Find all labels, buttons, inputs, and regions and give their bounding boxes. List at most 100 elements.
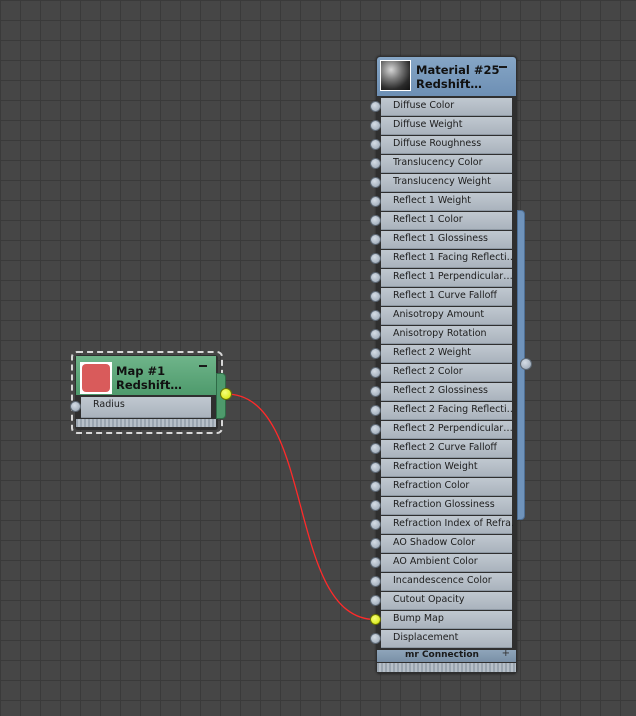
input-socket[interactable] [370,177,381,188]
material-input-row[interactable]: Reflect 1 Curve Falloff [370,287,517,306]
input-label: Reflect 1 Perpendicular… [393,271,513,282]
map-node[interactable]: Map #1 Redshift… Radius [70,355,232,430]
input-row-bar: Reflect 1 Perpendicular… [381,269,513,287]
map-input-row-radius[interactable]: Radius [70,397,216,418]
material-input-row[interactable]: Diffuse Color [370,97,517,116]
input-row-bar: Reflect 1 Curve Falloff [381,288,512,306]
input-row-bar: Displacement [381,630,512,648]
material-node[interactable]: Material #25 Redshift… Diffuse Color Diff… [370,56,532,674]
input-label: Cutout Opacity [393,594,465,605]
input-socket[interactable] [370,234,381,245]
material-resize-grip[interactable] [377,663,516,672]
material-node-header[interactable]: Material #25 Redshift… [377,57,516,96]
input-row-bar: Reflect 2 Curve Falloff [381,440,512,458]
input-socket[interactable] [370,481,381,492]
input-socket[interactable] [370,424,381,435]
input-row-bar: Anisotropy Amount [381,307,512,325]
material-input-row[interactable]: Reflect 1 Glossiness [370,230,517,249]
material-input-row[interactable]: Reflect 1 Weight [370,192,517,211]
material-input-row[interactable]: Reflect 2 Facing Reflecti… [370,401,517,420]
mr-connection-bar[interactable]: mr Connection + [377,648,516,662]
input-socket[interactable] [370,215,381,226]
input-socket[interactable] [370,101,381,112]
material-input-row[interactable]: Reflect 2 Color [370,363,517,382]
input-label: Bump Map [393,613,444,624]
input-label: Refraction Weight [393,461,478,472]
map-resize-grip[interactable] [76,419,216,427]
input-label: Reflect 2 Perpendicular… [393,423,513,434]
material-input-row[interactable]: Translucency Color [370,154,517,173]
input-socket[interactable] [370,500,381,511]
material-input-row[interactable]: Reflect 2 Weight [370,344,517,363]
material-sphere-icon [381,61,410,90]
input-socket[interactable] [370,405,381,416]
material-input-row[interactable]: Refraction Color [370,477,517,496]
mr-connection-label: mr Connection [405,650,479,660]
input-label: Displacement [393,632,459,643]
input-socket[interactable] [370,462,381,473]
input-socket[interactable] [370,291,381,302]
input-socket[interactable] [370,614,381,625]
input-socket[interactable] [370,253,381,264]
material-input-row[interactable]: AO Shadow Color [370,534,517,553]
material-input-row[interactable]: Cutout Opacity [370,591,517,610]
input-socket[interactable] [370,576,381,587]
material-input-row[interactable]: Translucency Weight [370,173,517,192]
material-title-line1: Material #25 [416,63,500,77]
input-socket[interactable] [370,538,381,549]
input-label: Translucency Weight [393,176,491,187]
input-socket[interactable] [370,386,381,397]
input-row-bar: Diffuse Roughness [381,136,512,154]
input-socket[interactable] [370,367,381,378]
input-row-bar: Reflect 2 Perpendicular… [381,421,513,439]
material-input-row[interactable]: Displacement [370,629,517,648]
material-node-title: Material #25 Redshift… [416,63,499,91]
map-title-line2: Redshift… [116,378,182,392]
input-label: Refraction Glossiness [393,499,495,510]
material-minimize-button[interactable] [499,66,507,68]
material-input-row[interactable]: Reflect 1 Color [370,211,517,230]
input-socket[interactable] [370,196,381,207]
material-input-row[interactable]: Anisotropy Rotation [370,325,517,344]
input-socket[interactable] [370,329,381,340]
input-label: Refraction Color [393,480,470,491]
input-socket[interactable] [370,139,381,150]
material-input-row[interactable]: Reflect 1 Facing Reflecti… [370,249,517,268]
map-node-header[interactable]: Map #1 Redshift… [76,356,216,395]
material-input-row[interactable]: Anisotropy Amount [370,306,517,325]
material-input-row[interactable]: Bump Map [370,610,517,629]
material-input-row[interactable]: Reflect 1 Perpendicular… [370,268,517,287]
material-input-row[interactable]: Refraction Index of Refra… [370,515,517,534]
material-input-row[interactable]: Reflect 2 Glossiness [370,382,517,401]
material-input-row[interactable]: Diffuse Roughness [370,135,517,154]
material-input-row[interactable]: Reflect 2 Perpendicular… [370,420,517,439]
input-label: Anisotropy Rotation [393,328,487,339]
input-label: Reflect 1 Weight [393,195,471,206]
input-row-bar: Refraction Index of Refra… [381,516,513,534]
input-row-bar: Reflect 1 Glossiness [381,231,512,249]
input-socket[interactable] [370,158,381,169]
input-socket[interactable] [370,310,381,321]
map-output-socket[interactable] [220,388,232,400]
input-socket[interactable] [70,401,81,412]
input-socket[interactable] [370,120,381,131]
input-socket[interactable] [370,272,381,283]
input-socket[interactable] [370,557,381,568]
input-row-bar: Reflect 2 Color [381,364,512,382]
input-socket[interactable] [370,595,381,606]
material-input-row[interactable]: Refraction Glossiness [370,496,517,515]
input-socket[interactable] [370,443,381,454]
material-input-row[interactable]: Incandescence Color [370,572,517,591]
input-socket[interactable] [370,519,381,530]
input-socket[interactable] [370,633,381,644]
material-output-socket[interactable] [520,358,532,370]
material-input-row[interactable]: Refraction Weight [370,458,517,477]
material-input-row[interactable]: AO Ambient Color [370,553,517,572]
map-title-line1: Map #1 [116,364,166,378]
expand-plus-icon[interactable]: + [502,648,510,659]
material-input-row[interactable]: Reflect 2 Curve Falloff [370,439,517,458]
map-minimize-button[interactable] [199,365,207,367]
material-input-row[interactable]: Diffuse Weight [370,116,517,135]
input-label: Anisotropy Amount [393,309,485,320]
input-socket[interactable] [370,348,381,359]
